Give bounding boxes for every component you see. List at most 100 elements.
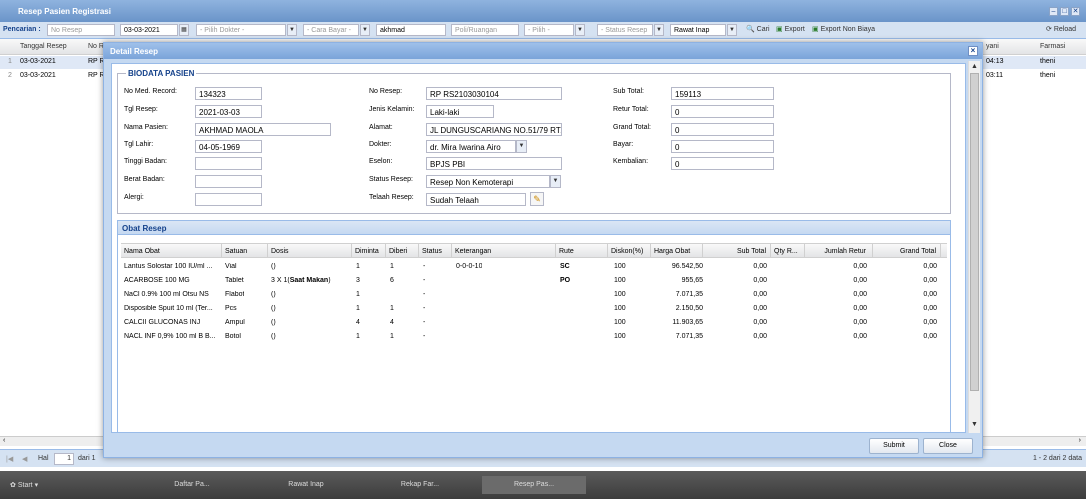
table-row[interactable]: Disposible Spuit 10 ml (Ter... Pcs () 1 … bbox=[121, 302, 947, 316]
chevron-down-icon[interactable]: ▼ bbox=[360, 24, 370, 36]
column-header[interactable]: Rute bbox=[556, 244, 608, 257]
status-resep-select[interactable]: Resep Non Kemoterapi bbox=[426, 175, 550, 188]
calendar-icon[interactable]: ▦ bbox=[179, 24, 189, 36]
chevron-down-icon[interactable]: ▼ bbox=[971, 421, 978, 428]
column-header[interactable]: Harga Obat bbox=[651, 244, 703, 257]
task-resep-pasien[interactable]: Resep Pas... bbox=[482, 476, 586, 494]
dialog-body: BIODATA PASIEN No Med. Record: 134323 Tg… bbox=[111, 63, 966, 433]
table-row[interactable]: CALCII GLUCONAS INJ Ampul () 4 4 - 100 1… bbox=[121, 316, 947, 330]
chevron-down-icon: ▾ bbox=[34, 482, 39, 489]
cara-bayar-select[interactable]: - Cara Bayar - bbox=[303, 24, 359, 36]
dokter-select[interactable]: - Pilih Dokter - bbox=[196, 24, 286, 36]
page-number-input[interactable]: 1 bbox=[54, 453, 74, 465]
column-header[interactable]: Diminta bbox=[352, 244, 386, 257]
telaah-resep-label: Telaah Resep: bbox=[369, 194, 414, 201]
chevron-down-icon[interactable]: ▼ bbox=[516, 140, 527, 153]
column-header[interactable]: Grand Total bbox=[873, 244, 941, 257]
chevron-down-icon[interactable]: ▼ bbox=[575, 24, 585, 36]
chevron-down-icon[interactable]: ▼ bbox=[550, 175, 561, 188]
search-toolbar: Pencarian : No Resep 03-03-2021 ▦ - Pili… bbox=[0, 22, 1086, 39]
column-header[interactable]: Dosis bbox=[268, 244, 352, 257]
eselon-field[interactable]: BPJS PBI bbox=[426, 157, 562, 170]
berat-badan-label: Berat Badan: bbox=[124, 176, 165, 183]
no-med-record-field[interactable]: 134323 bbox=[195, 87, 262, 100]
table-row[interactable]: NaCl 0.9% 100 ml Otsu NS Flabot () 1 - 1… bbox=[121, 288, 947, 302]
poli-ruangan-input[interactable]: Poli/Ruangan bbox=[451, 24, 519, 36]
column-header[interactable]: Tanggal Resep bbox=[20, 43, 67, 50]
pager-info: 1 - 2 dari 2 data bbox=[1032, 455, 1082, 462]
reload-button[interactable]: ⟳ Reload bbox=[1046, 25, 1076, 33]
nama-pasien-field[interactable]: AKHMAD MAOLA bbox=[195, 123, 331, 136]
task-rekap[interactable]: Rekap Far... bbox=[368, 476, 472, 494]
minimize-icon[interactable]: – bbox=[1049, 7, 1058, 16]
date-field[interactable]: 03-03-2021 bbox=[120, 24, 178, 36]
column-header[interactable]: Farmasi bbox=[1040, 43, 1065, 50]
table-row[interactable]: Lantus Solostar 100 IU/ml ... Vial () 1 … bbox=[121, 260, 947, 274]
column-header[interactable]: Diskon(%) bbox=[608, 244, 651, 257]
close-button[interactable]: Close bbox=[923, 438, 973, 454]
rawat-select[interactable]: Rawat Inap bbox=[670, 24, 726, 36]
edit-icon[interactable]: ✎ bbox=[530, 192, 544, 206]
column-header[interactable]: Keterangan bbox=[452, 244, 556, 257]
obat-resep-title: Obat Resep bbox=[118, 221, 950, 235]
column-header[interactable]: Status bbox=[419, 244, 452, 257]
grand-total-field[interactable]: 0 bbox=[671, 123, 774, 136]
column-header[interactable]: Jumlah Retur bbox=[805, 244, 873, 257]
biodata-fieldset: BIODATA PASIEN No Med. Record: 134323 Tg… bbox=[117, 69, 951, 214]
bayar-field[interactable]: 0 bbox=[671, 140, 774, 153]
chevron-down-icon[interactable]: ▼ bbox=[287, 24, 297, 36]
column-header[interactable]: No R bbox=[88, 43, 104, 50]
prev-page-icon[interactable]: ◀ bbox=[22, 455, 27, 463]
background-window-title: Resep Pasien Registrasi bbox=[0, 0, 1086, 22]
close-icon[interactable]: ✕ bbox=[1071, 7, 1080, 16]
sub-total-field[interactable]: 159113 bbox=[671, 87, 774, 100]
eselon-label: Eselon: bbox=[369, 158, 393, 165]
restore-icon[interactable]: □ bbox=[1060, 7, 1069, 16]
tinggi-badan-field[interactable] bbox=[195, 157, 262, 170]
column-header[interactable]: Satuan bbox=[222, 244, 268, 257]
scrollbar-thumb[interactable] bbox=[970, 73, 979, 391]
grand-total-label: Grand Total: bbox=[613, 124, 652, 131]
chevron-down-icon[interactable]: ▼ bbox=[727, 24, 737, 36]
refresh-icon: ⟳ bbox=[1046, 26, 1052, 33]
berat-badan-field[interactable] bbox=[195, 175, 262, 188]
vertical-scrollbar[interactable]: ▲ ▼ bbox=[968, 61, 980, 433]
cari-button[interactable]: 🔍 Cari bbox=[746, 25, 770, 33]
task-daftar[interactable]: Daftar Pa... bbox=[140, 476, 244, 494]
task-rawat-inap[interactable]: Rawat Inap bbox=[254, 476, 358, 494]
chevron-right-icon[interactable]: › bbox=[1079, 437, 1081, 444]
tgl-resep-field[interactable]: 2021-03-03 bbox=[195, 105, 262, 118]
column-header[interactable]: Diberi bbox=[386, 244, 419, 257]
chevron-left-icon[interactable]: ‹ bbox=[3, 437, 5, 444]
search-input[interactable]: No Resep bbox=[47, 24, 115, 36]
sub-total-label: Sub Total: bbox=[613, 88, 645, 95]
tgl-lahir-field[interactable]: 04-05-1969 bbox=[195, 140, 262, 153]
submit-button[interactable]: Submit bbox=[869, 438, 919, 454]
no-resep-label: No Resep: bbox=[369, 88, 403, 95]
start-button[interactable]: ✿ Start ▾ bbox=[6, 476, 64, 494]
column-header[interactable]: Nama Obat bbox=[121, 244, 222, 257]
pilih-select[interactable]: - Pilih - bbox=[524, 24, 574, 36]
column-header[interactable]: Sub Total bbox=[703, 244, 771, 257]
export-button[interactable]: ▣ Export bbox=[776, 25, 805, 33]
chevron-up-icon[interactable]: ▲ bbox=[971, 63, 978, 70]
telaah-resep-field[interactable]: Sudah Telaah bbox=[426, 193, 526, 206]
retur-total-field[interactable]: 0 bbox=[671, 105, 774, 118]
dokter-select[interactable]: dr. Mira Iwarina Airo bbox=[426, 140, 516, 153]
alergi-label: Alergi: bbox=[124, 194, 144, 201]
alergi-field[interactable] bbox=[195, 193, 262, 206]
close-icon[interactable]: × bbox=[968, 46, 978, 56]
first-page-icon[interactable]: |◀ bbox=[6, 455, 13, 463]
export-non-biaya-button[interactable]: ▣ Export Non Biaya bbox=[812, 25, 875, 33]
jenis-kelamin-field[interactable]: Laki-laki bbox=[426, 105, 494, 118]
kembalian-field[interactable]: 0 bbox=[671, 157, 774, 170]
status-resep-select[interactable]: - Status Resep bbox=[597, 24, 653, 36]
table-row[interactable]: NACL INF 0,9% 100 ml B B... Botol () 1 1… bbox=[121, 330, 947, 344]
chevron-down-icon[interactable]: ▼ bbox=[654, 24, 664, 36]
column-header[interactable]: Qty R... bbox=[771, 244, 805, 257]
name-search-input[interactable]: akhmad bbox=[376, 24, 446, 36]
alamat-field[interactable]: JL DUNGUSCARIANG NO.51/79 RT/ bbox=[426, 123, 562, 136]
no-resep-field[interactable]: RP RS2103030104 bbox=[426, 87, 562, 100]
table-row[interactable]: ACARBOSE 100 MG Tablet 3 X 1(Saat Makan)… bbox=[121, 274, 947, 288]
column-header[interactable]: yani bbox=[986, 43, 999, 50]
